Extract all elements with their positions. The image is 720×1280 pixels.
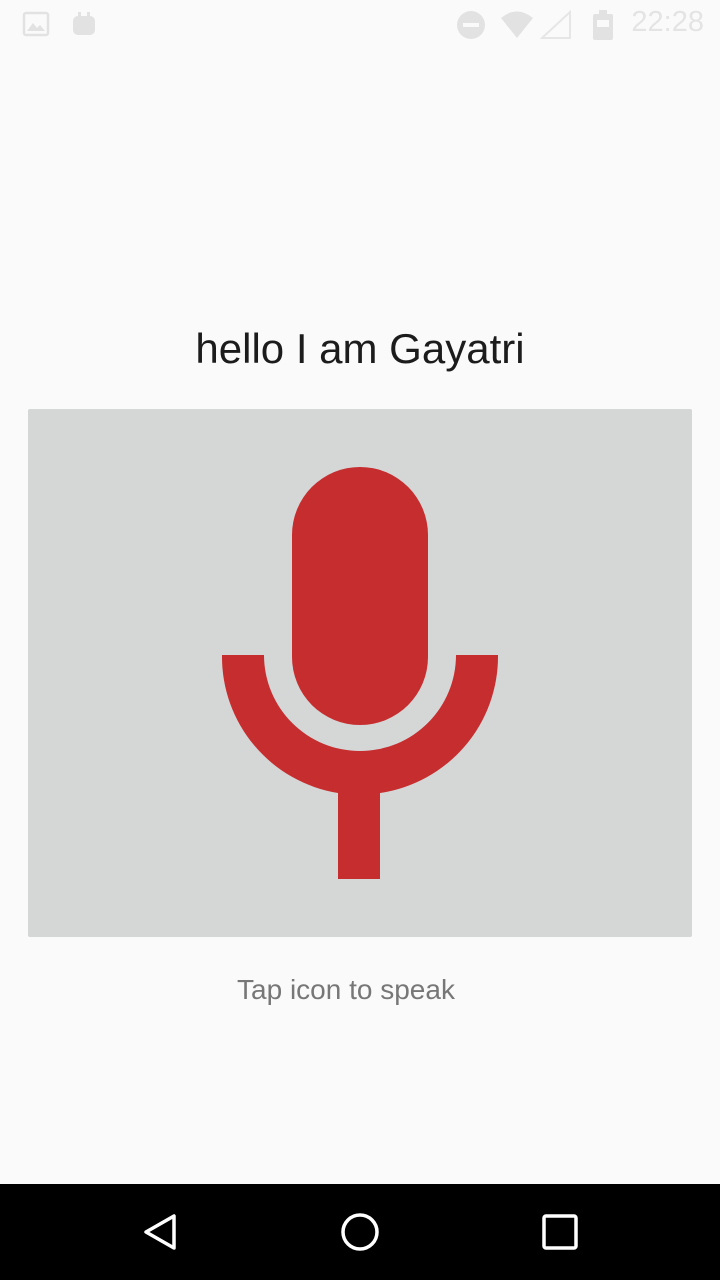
wifi-icon <box>500 10 534 44</box>
status-bar: 22:28 <box>0 0 720 48</box>
hint-text: Tap icon to speak <box>237 974 455 1005</box>
back-button[interactable] <box>120 1202 200 1262</box>
status-time: 22:28 <box>631 6 704 38</box>
navigation-bar <box>0 1184 720 1280</box>
microphone-icon <box>221 467 499 879</box>
do-not-disturb-icon <box>456 10 486 44</box>
recents-button[interactable] <box>520 1202 600 1262</box>
home-button[interactable] <box>320 1202 400 1262</box>
image-icon <box>22 10 50 42</box>
back-icon <box>144 1214 176 1250</box>
page-heading: hello I am Gayatri <box>195 325 525 372</box>
signal-icon <box>539 9 572 44</box>
mic-button[interactable] <box>28 409 692 937</box>
home-icon <box>341 1213 379 1251</box>
recents-icon <box>542 1214 578 1250</box>
android-icon <box>70 10 98 42</box>
battery-icon <box>592 10 614 44</box>
